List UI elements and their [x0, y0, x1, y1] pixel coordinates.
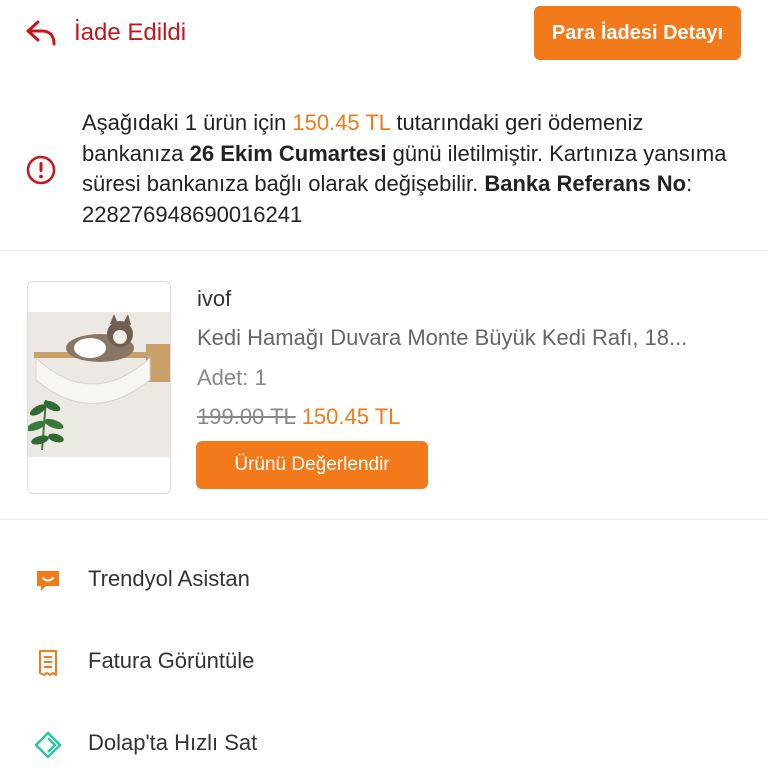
refund-details-button[interactable]: Para İadesi Detayı [534, 6, 741, 60]
rate-product-button[interactable]: Ürünü Değerlendir [196, 441, 428, 489]
action-trendyol-assistant[interactable]: Trendyol Asistan [0, 550, 768, 610]
info-icon [26, 155, 56, 185]
action-label: Fatura Görüntüle [88, 648, 255, 673]
quantity-label: Adet: [197, 365, 249, 390]
price-row: 199.00 TL 150.45 TL [197, 404, 400, 430]
bank-reference-label: Banka Referans No [484, 171, 687, 196]
refund-date: 26 Ekim Cumartesi [189, 140, 387, 166]
product-card: ivof Kedi Hamağı Duvara Monte Büyük Kedi… [0, 250, 768, 520]
refund-amount: 150.45 TL [292, 110, 391, 135]
action-label: Dolap'ta Hızlı Sat [88, 730, 258, 755]
action-label: Trendyol Asistan [88, 566, 250, 591]
product-name[interactable]: Kedi Hamağı Duvara Monte Büyük Kedi Rafı… [197, 325, 742, 351]
tag-icon [34, 731, 62, 759]
bank-reference-number: 228276948690016241 [82, 201, 303, 227]
new-price: 150.45 TL [301, 404, 401, 429]
quantity-value: 1 [254, 365, 267, 390]
action-dolap-quick-sell[interactable]: Dolap'ta Hızlı Sat [0, 714, 768, 774]
invoice-icon [34, 649, 62, 677]
seller-name[interactable]: ivof [197, 286, 231, 312]
quantity-row: Adet: 1 [197, 365, 267, 391]
refund-notice-text: Aşağıdaki 1 ürün için 150.45 TL tutarınd… [82, 108, 742, 230]
notice-text-part: Aşağıdaki 1 ürün için [82, 110, 293, 135]
old-price: 199.00 TL [197, 404, 296, 429]
action-view-invoice[interactable]: Fatura Görüntüle [0, 632, 768, 692]
status-title: İade Edildi [74, 19, 187, 46]
bank-reference-separator: : [686, 171, 693, 196]
chat-icon [34, 567, 62, 595]
return-arrow-icon [24, 18, 58, 48]
header: İade Edildi Para İadesi Detayı [0, 0, 768, 70]
refund-notice: Aşağıdaki 1 ürün için 150.45 TL tutarınd… [0, 108, 768, 228]
product-image[interactable] [27, 281, 171, 494]
